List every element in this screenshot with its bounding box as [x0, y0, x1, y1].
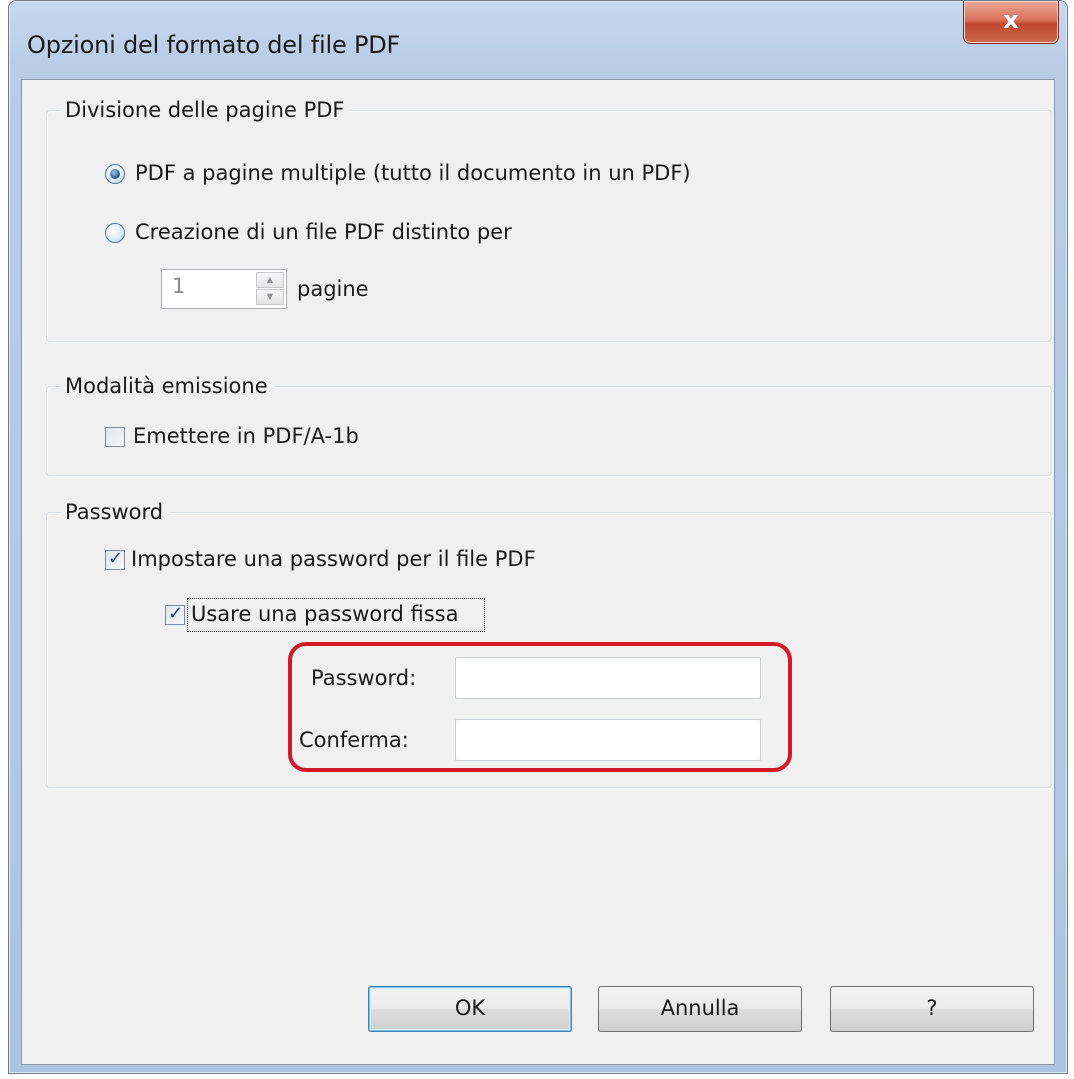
- close-button[interactable]: x: [963, 1, 1059, 44]
- stepper-buttons: ▲ ▼: [256, 272, 284, 306]
- close-icon: x: [1003, 6, 1019, 34]
- checkmark-icon: ✓: [168, 603, 184, 624]
- ok-button[interactable]: OK: [368, 986, 572, 1032]
- title-bar[interactable]: Opzioni del formato del file PDF x: [9, 1, 1067, 79]
- dialog-title: Opzioni del formato del file PDF: [27, 31, 401, 59]
- dialog-window: Opzioni del formato del file PDF x Divis…: [8, 0, 1068, 1074]
- help-button[interactable]: ?: [830, 986, 1034, 1032]
- radio-selected-dot: [110, 169, 120, 179]
- pdfa-label[interactable]: Emettere in PDF/A-1b: [133, 422, 359, 450]
- cancel-button[interactable]: Annulla: [598, 986, 802, 1032]
- pages-suffix-label: pagine: [297, 277, 369, 301]
- split-pdf-radio[interactable]: [105, 223, 125, 243]
- stepper-down-button[interactable]: ▼: [256, 289, 284, 305]
- page-division-group-label: Divisione delle pagine PDF: [61, 93, 351, 127]
- split-pdf-label[interactable]: Creazione di un file PDF distinto per: [135, 218, 512, 246]
- password-fields-highlight: [288, 642, 792, 772]
- pages-per-file-stepper[interactable]: 1 ▲ ▼: [161, 269, 287, 309]
- pdfa-checkbox[interactable]: [105, 427, 125, 447]
- password-group-label: Password: [61, 495, 170, 529]
- pages-per-file-value: 1: [172, 274, 186, 298]
- output-mode-group-label: Modalità emissione: [61, 369, 274, 403]
- stepper-up-button[interactable]: ▲: [256, 272, 284, 288]
- chevron-down-icon: ▼: [266, 292, 274, 301]
- chevron-up-icon: ▲: [266, 275, 274, 284]
- set-password-checkbox[interactable]: ✓: [105, 548, 125, 570]
- set-password-label[interactable]: Impostare una password per il file PDF: [131, 545, 536, 573]
- fixed-password-checkbox[interactable]: ✓: [165, 603, 185, 625]
- fixed-password-label[interactable]: Usare una password fissa: [191, 600, 458, 628]
- checkmark-icon: ✓: [108, 548, 124, 569]
- multipage-pdf-label[interactable]: PDF a pagine multiple (tutto il document…: [135, 159, 691, 187]
- dialog-client-area: Divisione delle pagine PDF PDF a pagine …: [21, 79, 1055, 1065]
- page-division-group: Divisione delle pagine PDF PDF a pagine …: [46, 93, 1052, 342]
- multipage-pdf-radio[interactable]: [105, 164, 125, 184]
- output-mode-group: Modalità emissione Emettere in PDF/A-1b: [46, 369, 1052, 476]
